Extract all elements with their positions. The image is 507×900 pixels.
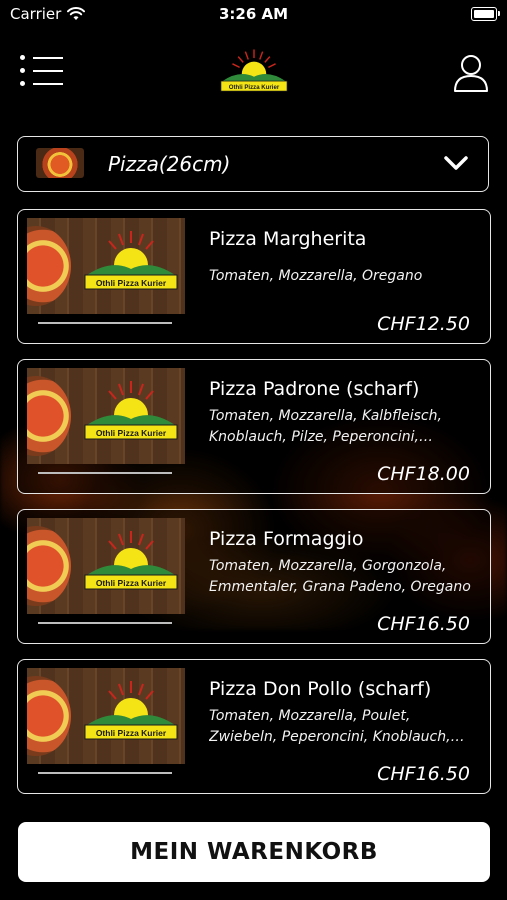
- product-logo: Othli Pizza Kurier: [84, 531, 178, 590]
- product-name: Pizza Margherita: [209, 228, 367, 250]
- product-image: Othli Pizza Kurier: [27, 218, 185, 314]
- image-underline: [38, 472, 172, 474]
- product-description: Tomaten, Mozzarella, Kalbfleisch, Knobla…: [209, 408, 442, 445]
- product-card[interactable]: Othli Pizza Kurier Pizza Don Pollo (scha…: [17, 659, 491, 794]
- product-image: Othli Pizza Kurier: [27, 518, 185, 614]
- product-name: Pizza Don Pollo (scharf): [209, 678, 432, 700]
- product-image: Othli Pizza Kurier: [27, 668, 185, 764]
- svg-text:Othli Pizza Kurier: Othli Pizza Kurier: [96, 428, 167, 438]
- product-card[interactable]: Othli Pizza Kurier Pizza Margherita Toma…: [17, 209, 491, 344]
- category-dropdown[interactable]: Pizza(26cm): [17, 136, 489, 192]
- image-underline: [38, 322, 172, 324]
- product-name: Pizza Padrone (scharf): [209, 378, 420, 400]
- cart-button[interactable]: MEIN WARENKORB: [18, 822, 490, 882]
- product-name: Pizza Formaggio: [209, 528, 364, 550]
- product-price: CHF16.50: [377, 613, 470, 635]
- user-profile-icon[interactable]: [453, 54, 489, 92]
- chevron-down-icon: [444, 156, 468, 170]
- product-description: Tomaten, Mozzarella, Poulet, Zwiebeln, P…: [209, 708, 451, 745]
- clock: 3:26 AM: [218, 5, 289, 23]
- svg-text:Othli Pizza Kurier: Othli Pizza Kurier: [96, 278, 167, 288]
- product-logo: Othli Pizza Kurier: [84, 231, 178, 290]
- product-logo: Othli Pizza Kurier: [84, 681, 178, 740]
- product-card[interactable]: Othli Pizza Kurier Pizza Formaggio Tomat…: [17, 509, 491, 644]
- svg-text:Othli Pizza Kurier: Othli Pizza Kurier: [96, 578, 167, 588]
- product-description: Tomaten, Mozzarella, Oregano: [209, 268, 423, 284]
- logo-text: Othli Pizza Kurier: [228, 84, 279, 91]
- product-image: Othli Pizza Kurier: [27, 368, 185, 464]
- product-description: Tomaten, Mozzarella, Gorgonzola, Emmenta…: [209, 558, 471, 595]
- image-underline: [38, 622, 172, 624]
- svg-text:Othli Pizza Kurier: Othli Pizza Kurier: [96, 728, 167, 738]
- app-header: Othli Pizza Kurier: [0, 40, 507, 110]
- product-card[interactable]: Othli Pizza Kurier Pizza Padrone (scharf…: [17, 359, 491, 494]
- app-logo: Othli Pizza Kurier: [220, 49, 287, 92]
- product-price: CHF18.00: [377, 463, 470, 485]
- image-underline: [38, 772, 172, 774]
- product-price: CHF16.50: [377, 763, 470, 785]
- status-bar: Carrier 3:26 AM: [0, 0, 507, 28]
- product-price: CHF12.50: [377, 313, 470, 335]
- menu-list-icon[interactable]: [20, 53, 64, 89]
- pizza-category-image: [36, 148, 84, 178]
- product-logo: Othli Pizza Kurier: [84, 381, 178, 440]
- battery-icon: [471, 7, 500, 21]
- category-label: Pizza(26cm): [108, 152, 231, 176]
